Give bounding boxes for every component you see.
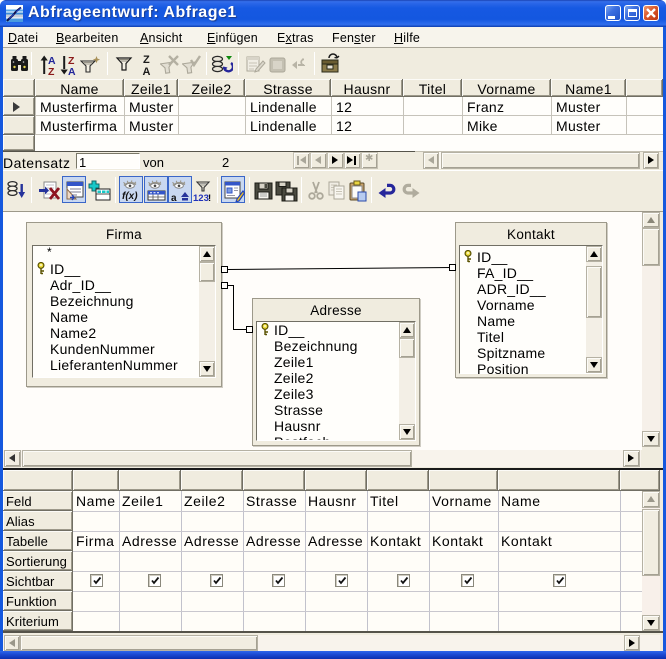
svg-text:f(x): f(x) — [122, 191, 138, 202]
svg-text:A: A — [143, 66, 151, 78]
svg-text:!: ! — [208, 193, 211, 202]
svg-text:Z: Z — [48, 66, 55, 77]
svg-text:A: A — [68, 66, 76, 77]
svg-text:Z: Z — [143, 54, 150, 66]
svg-text:123: 123 — [193, 193, 209, 202]
svg-text:a: a — [171, 193, 177, 202]
